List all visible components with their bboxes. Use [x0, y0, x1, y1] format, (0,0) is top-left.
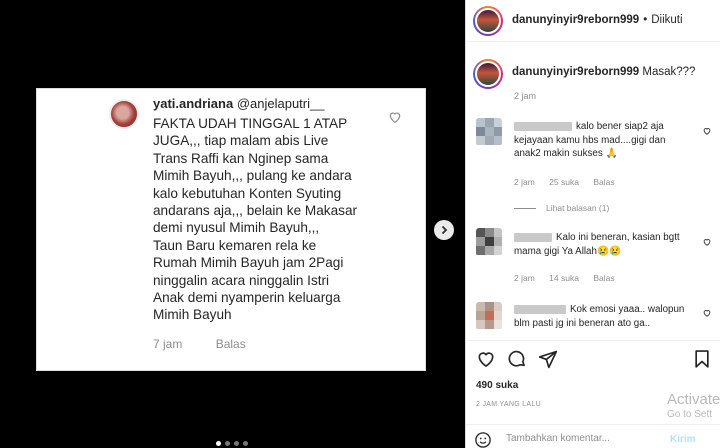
- comment-line: blm pasti jg ini beneran ato ga..: [514, 317, 651, 329]
- header-separator: •: [643, 14, 648, 26]
- commenter-username-blurred[interactable]: [514, 121, 572, 131]
- comment-likes[interactable]: 25 suka: [549, 177, 579, 187]
- share-icon[interactable]: [538, 349, 558, 369]
- comment-time: 2 jam: [514, 177, 535, 187]
- emoji-icon[interactable]: [474, 431, 492, 448]
- post-caption: danunyinyir9reborn999 Masak???: [512, 66, 695, 78]
- post-media-area: yati.andriana @anjelaputri__ FAKTA UDAH …: [0, 0, 465, 448]
- comment-line: anak2 makin sukses 🙏: [514, 148, 618, 159]
- carousel-indicator: [216, 441, 248, 446]
- image-comment-line: andarans aja,,, belain ke Makasar: [153, 203, 358, 219]
- comment-line: mama gigi Ya Allah😢😢: [514, 245, 622, 257]
- commenter-avatar[interactable]: [476, 228, 502, 256]
- post-header: danunyinyir9reborn999 • Diikuti: [466, 0, 720, 42]
- image-commenter-avatar: [109, 99, 139, 129]
- image-comment-line: Mimih Bayuh: [153, 307, 232, 323]
- image-comment-line: Rumah Mimih Bayuh jam 2Pagi: [153, 255, 344, 271]
- carousel-dot: [243, 441, 248, 446]
- send-comment-button[interactable]: Kirim: [670, 434, 696, 445]
- like-heart-icon[interactable]: [476, 349, 496, 369]
- post-actions-bar: [466, 340, 720, 376]
- author-username[interactable]: danunyinyir9reborn999: [512, 14, 639, 26]
- add-comment-bar: Kirim: [466, 424, 720, 448]
- bookmark-icon[interactable]: [692, 349, 712, 369]
- like-comment-heart-icon[interactable]: [702, 237, 712, 247]
- like-comment-heart-icon[interactable]: [702, 126, 712, 136]
- image-comment-meta: 7 jam Balas: [153, 337, 246, 351]
- commenter-username-blurred[interactable]: [514, 232, 552, 242]
- image-comment-line: Trans Raffi kan Nginep sama: [153, 150, 329, 166]
- comment-text: kalo bener siap2 aja kejayaan kamu hbs m…: [514, 120, 704, 161]
- image-comment-time: 7 jam: [153, 337, 183, 351]
- image-commenter-username: yati.andriana: [153, 96, 234, 111]
- comment-reply-button[interactable]: Balas: [593, 273, 614, 283]
- commenter-avatar[interactable]: [476, 118, 502, 146]
- comment-line: kejayaan kamu hbs mad....gigi dan: [514, 134, 666, 146]
- comment-line: Kok emosi yaaa.. walopun: [570, 304, 685, 315]
- comment-meta: 2 jam 25 suka Balas: [514, 177, 615, 187]
- image-comment-line: FAKTA UDAH TINGGAL 1 ATAP: [153, 116, 348, 131]
- comment-text: Kok emosi yaaa.. walopun blm pasti jg in…: [514, 303, 704, 330]
- comment-reply-button[interactable]: Balas: [593, 177, 614, 187]
- view-replies-label: Lihat balasan (1): [546, 203, 610, 213]
- comment-input[interactable]: [506, 433, 666, 444]
- comment-likes[interactable]: 14 suka: [549, 273, 579, 283]
- author-avatar[interactable]: [473, 6, 503, 36]
- image-comment-text: FAKTA UDAH TINGGAL 1 ATAP JUGA,,, tiap m…: [153, 115, 403, 324]
- caption-text: Masak???: [642, 66, 696, 78]
- post-timestamp: 2 JAM YANG LALU: [476, 401, 541, 408]
- chevron-right-icon: [441, 225, 448, 235]
- commenter-username-blurred[interactable]: [514, 304, 566, 314]
- caption-username[interactable]: danunyinyir9reborn999: [512, 66, 639, 78]
- image-comment-line: Anak demi nyamperin keluarga: [153, 290, 341, 306]
- comment-line: kalo bener siap2 aja: [576, 121, 664, 132]
- view-replies-button[interactable]: Lihat balasan (1): [514, 203, 609, 213]
- image-comment-mention: @anjelaputri__: [236, 96, 325, 111]
- image-comment-line: Mimih Bayuh,,, pulang ke andara: [153, 168, 352, 184]
- following-status[interactable]: Diikuti: [651, 14, 682, 26]
- caption-timestamp: 2 jam: [514, 91, 537, 101]
- likes-count[interactable]: 490 suka: [476, 380, 518, 391]
- caption-avatar[interactable]: [473, 59, 503, 89]
- image-comment-line: kalo kebutuhan Konten Syuting: [153, 185, 342, 201]
- post-details-panel: danunyinyir9reborn999 • Diikuti danunyinyi…: [465, 0, 720, 448]
- comment-line: Kalo ini beneran, kasian bgtt: [556, 232, 680, 243]
- post-image[interactable]: yati.andriana @anjelaputri__ FAKTA UDAH …: [36, 88, 426, 371]
- heart-icon: [389, 112, 401, 124]
- image-comment-line: ninggalin acara ninggalin Istri: [153, 272, 330, 288]
- replies-divider: [514, 207, 536, 209]
- comment-time: 2 jam: [514, 273, 535, 283]
- commenter-avatar[interactable]: [476, 302, 502, 330]
- carousel-dot: [234, 441, 239, 446]
- carousel-dot: [225, 441, 230, 446]
- image-comment-line: JUGA,,, tiap malam abis Live: [153, 133, 329, 149]
- post-author: danunyinyir9reborn999 • Diikuti: [512, 14, 683, 26]
- comment-text: Kalo ini beneran, kasian bgtt mama gigi …: [514, 231, 704, 258]
- comment-icon[interactable]: [507, 349, 527, 369]
- image-comment-header: yati.andriana @anjelaputri__: [153, 96, 324, 111]
- next-slide-button[interactable]: [434, 220, 454, 240]
- like-comment-heart-icon[interactable]: [702, 308, 712, 318]
- image-comment-reply: Balas: [215, 337, 246, 351]
- image-comment-line: demi nyusul Mimih Bayuh,,,: [153, 220, 320, 236]
- image-comment-line: Taun Baru kemaren rela ke: [153, 237, 317, 253]
- comment-meta: 2 jam 14 suka Balas: [514, 273, 615, 283]
- carousel-dot-active: [216, 441, 221, 446]
